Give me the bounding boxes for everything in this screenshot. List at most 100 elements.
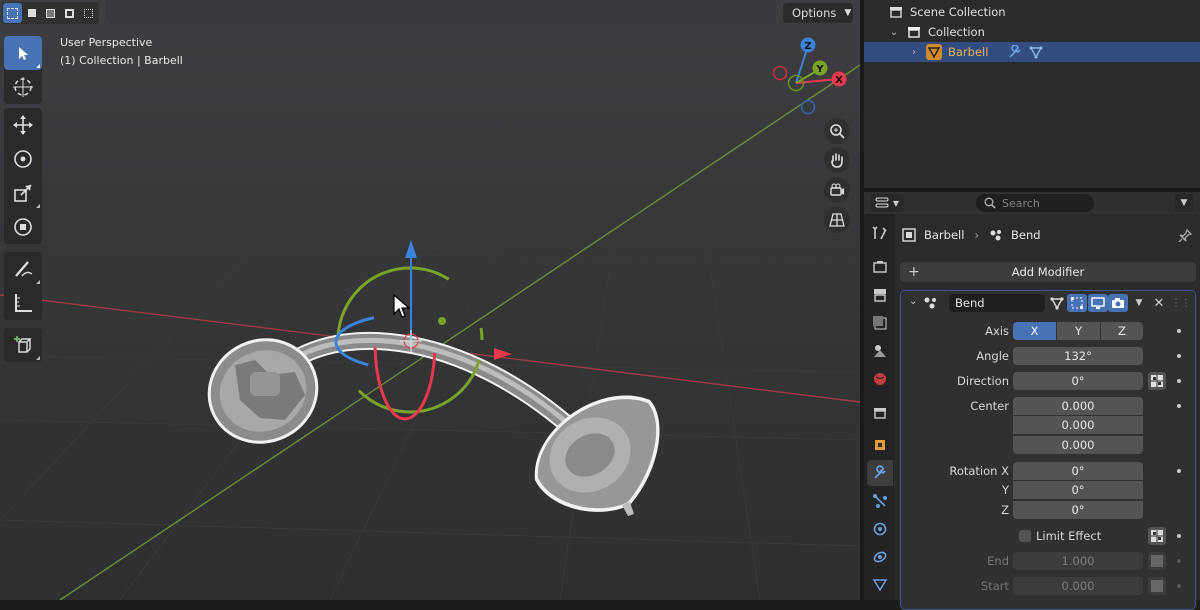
center-y-row: 0.000 <box>901 415 1195 435</box>
tab-data[interactable] <box>867 572 893 598</box>
tab-particles[interactable] <box>867 488 893 514</box>
toolbar-select-group <box>4 36 42 104</box>
keyframe-dot[interactable] <box>1177 404 1181 408</box>
properties-editor: ▼ Search ▼ Barbell › Bend + Add Modifier… <box>864 192 1200 610</box>
vertex-group-icon <box>1151 555 1163 567</box>
annotate-tool[interactable] <box>4 252 42 286</box>
zoom-icon <box>830 124 845 139</box>
select-intersect-icon[interactable] <box>79 3 98 23</box>
tab-object[interactable] <box>867 432 893 458</box>
tab-view-layer[interactable] <box>867 310 893 336</box>
vertex-group-toggle[interactable] <box>1148 372 1166 390</box>
edit-mode-toggle[interactable] <box>1067 294 1087 312</box>
scale-tool[interactable] <box>4 176 42 210</box>
edit-mode-cage-toggle[interactable] <box>1047 294 1067 312</box>
cursor-tool[interactable] <box>4 70 42 104</box>
center-y-field[interactable]: 0.000 <box>1013 416 1143 434</box>
tab-world[interactable] <box>867 366 893 392</box>
tab-physics[interactable] <box>867 516 893 542</box>
keyframe-dot[interactable] <box>1177 534 1181 538</box>
tab-scene[interactable] <box>867 338 893 364</box>
breadcrumb: Barbell › Bend <box>902 226 1041 244</box>
3d-viewport[interactable]: Options ▼ User Perspective (1) Collectio… <box>0 0 860 600</box>
mesh-data-icon[interactable] <box>1028 44 1044 60</box>
axis-x-button[interactable]: X <box>1013 322 1056 340</box>
outliner-collection[interactable]: ⌄ Collection <box>864 22 1200 42</box>
edit-mode-icon <box>1071 297 1083 309</box>
move-tool[interactable] <box>4 108 42 142</box>
navigation-gizmo[interactable]: Z Y X <box>768 34 852 118</box>
camera-view-button[interactable] <box>824 177 850 203</box>
rotation-y-field[interactable]: 0° <box>1013 481 1143 499</box>
pan-button[interactable] <box>824 147 850 173</box>
select-box-icon[interactable] <box>3 3 22 23</box>
close-icon[interactable]: ✕ <box>1149 294 1169 312</box>
transform-tool[interactable] <box>4 210 42 244</box>
zoom-button[interactable] <box>824 118 850 144</box>
measure-tool[interactable] <box>4 286 42 320</box>
keyframe-dot[interactable] <box>1177 329 1181 333</box>
axis-z-button[interactable]: Z <box>1101 322 1143 340</box>
rotate-tool[interactable] <box>4 142 42 176</box>
select-extend-icon[interactable] <box>22 3 41 23</box>
camera-icon <box>830 183 844 196</box>
select-subtract-icon[interactable] <box>41 3 60 23</box>
outliner-barbell[interactable]: › Barbell <box>864 42 1200 62</box>
tab-constraints[interactable] <box>867 544 893 570</box>
angle-label: Angle <box>976 349 1009 363</box>
pin-icon[interactable] <box>1178 228 1192 242</box>
particles-icon <box>873 494 887 508</box>
tab-modifiers[interactable] <box>867 460 893 486</box>
tab-render[interactable] <box>867 254 893 280</box>
wrench-icon[interactable] <box>1006 44 1022 60</box>
modifier-name-field[interactable]: Bend <box>949 294 1045 312</box>
editor-type-dropdown[interactable]: ▼ <box>870 194 904 212</box>
world-icon <box>874 373 886 385</box>
keyframe-dot[interactable] <box>1177 469 1181 473</box>
modifier-menu-chevron-icon[interactable]: ▼ <box>1129 294 1149 312</box>
axis-y-button[interactable]: Y <box>1057 322 1100 340</box>
tab-tool[interactable] <box>867 220 893 246</box>
options-chevron-icon[interactable]: ▼ <box>1174 194 1194 212</box>
center-z-field[interactable]: 0.000 <box>1013 436 1143 454</box>
measure-icon <box>15 294 32 312</box>
rotation-x-field[interactable]: 0° <box>1013 462 1143 480</box>
options-dropdown[interactable]: Options ▼ <box>783 3 853 23</box>
direction-label: Direction <box>957 374 1009 388</box>
perspective-toggle-button[interactable] <box>824 207 850 233</box>
mesh-object-icon <box>926 44 942 60</box>
tool-icon <box>872 226 887 240</box>
add-modifier-button[interactable]: + Add Modifier <box>900 262 1196 282</box>
chevron-down-icon[interactable]: ⌄ <box>888 27 900 38</box>
outliner-scene-collection[interactable]: Scene Collection <box>864 2 1200 22</box>
drag-handle-icon[interactable]: ⋮⋮ <box>1171 294 1191 312</box>
direction-field[interactable]: 0° <box>1013 372 1143 390</box>
add-modifier-label: Add Modifier <box>1011 265 1085 279</box>
rotation-z-field[interactable]: 0° <box>1013 501 1143 519</box>
rotation-z-label: Z <box>1001 503 1009 517</box>
tab-collection[interactable] <box>867 400 893 426</box>
start-field[interactable]: 0.000 <box>1013 577 1143 595</box>
perspective-grid-icon <box>829 213 845 227</box>
center-x-field[interactable]: 0.000 <box>1013 397 1143 415</box>
render-toggle[interactable] <box>1108 294 1128 312</box>
end-field[interactable]: 1.000 <box>1013 552 1143 570</box>
keyframe-dot[interactable] <box>1177 354 1181 358</box>
chevron-right-icon[interactable]: › <box>908 47 920 58</box>
add-cube-tool[interactable] <box>4 328 42 362</box>
limit-effect-checkbox[interactable] <box>1019 530 1031 542</box>
rotation-y-label: Y <box>1001 483 1009 497</box>
viewport-display-toggle[interactable] <box>1088 294 1108 312</box>
angle-field[interactable]: 132° <box>1013 347 1143 365</box>
bend-modifier-panel: ⌄ Bend ▼ ✕ ⋮⋮ Axis X Y Z Angle 132° Dire… <box>900 290 1196 610</box>
keyframe-dot[interactable] <box>1177 379 1181 383</box>
select-box-tool[interactable] <box>4 36 42 70</box>
properties-tabs <box>864 214 894 600</box>
tab-output[interactable] <box>867 282 893 308</box>
select-difference-icon[interactable] <box>60 3 79 23</box>
chevron-down-icon[interactable]: ⌄ <box>909 296 917 307</box>
search-input[interactable]: Search <box>976 194 1094 212</box>
vertex-group-toggle[interactable] <box>1148 527 1166 545</box>
options-label: Options <box>792 6 837 20</box>
toolbar-add-group <box>4 328 42 362</box>
